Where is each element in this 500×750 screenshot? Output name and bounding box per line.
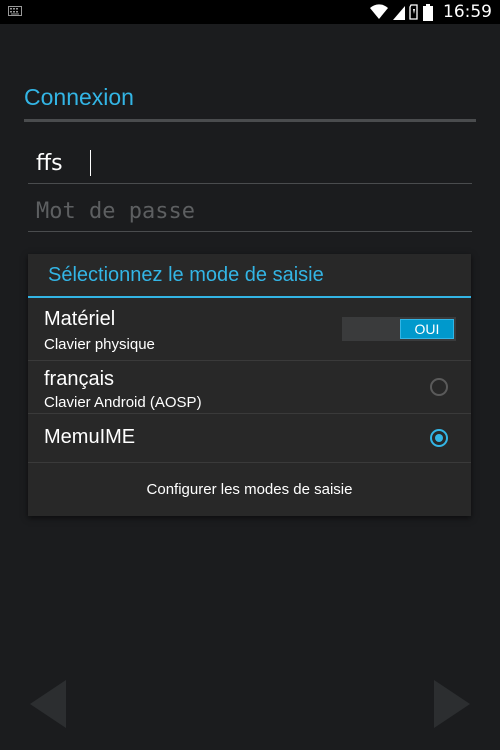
radio-button-selected[interactable] xyxy=(430,429,448,447)
input-method-dialog: Sélectionnez le mode de saisie Matériel … xyxy=(28,254,471,516)
option-subtitle: Clavier Android (AOSP) xyxy=(44,394,202,411)
option-francais[interactable]: français Clavier Android (AOSP) xyxy=(28,361,471,414)
radio-selected-dot xyxy=(435,434,443,442)
password-input[interactable] xyxy=(34,191,458,231)
chevron-left-icon[interactable] xyxy=(30,680,66,728)
page-title: Connexion xyxy=(24,84,134,110)
option-memuime[interactable]: MemuIME xyxy=(28,414,471,463)
status-bar: 16:59 xyxy=(0,0,500,24)
option-subtitle: Clavier physique xyxy=(44,336,155,353)
text-cursor xyxy=(90,150,91,176)
option-title: français xyxy=(44,368,115,390)
option-title: MemuIME xyxy=(44,426,136,448)
battery-icon xyxy=(423,3,433,21)
toggle-on-label: OUI xyxy=(400,319,454,339)
clock: 16:59 xyxy=(443,2,492,22)
hardware-keyboard-toggle[interactable]: OUI xyxy=(342,317,456,341)
option-hardware[interactable]: Matériel Clavier physique OUI xyxy=(28,298,471,361)
keyboard-icon xyxy=(8,6,22,16)
password-field[interactable] xyxy=(28,191,472,232)
radio-button-unselected[interactable] xyxy=(430,378,448,396)
title-divider xyxy=(24,119,476,122)
sim-icon xyxy=(409,4,418,20)
signal-icon xyxy=(393,6,405,20)
username-field[interactable] xyxy=(28,143,472,184)
wifi-icon xyxy=(370,4,388,20)
dialog-title: Sélectionnez le mode de saisie xyxy=(48,264,324,286)
username-input[interactable] xyxy=(34,143,458,183)
chevron-right-icon[interactable] xyxy=(434,680,470,728)
option-title: Matériel xyxy=(44,308,116,330)
configure-input-methods-button[interactable]: Configurer les modes de saisie xyxy=(28,463,471,516)
